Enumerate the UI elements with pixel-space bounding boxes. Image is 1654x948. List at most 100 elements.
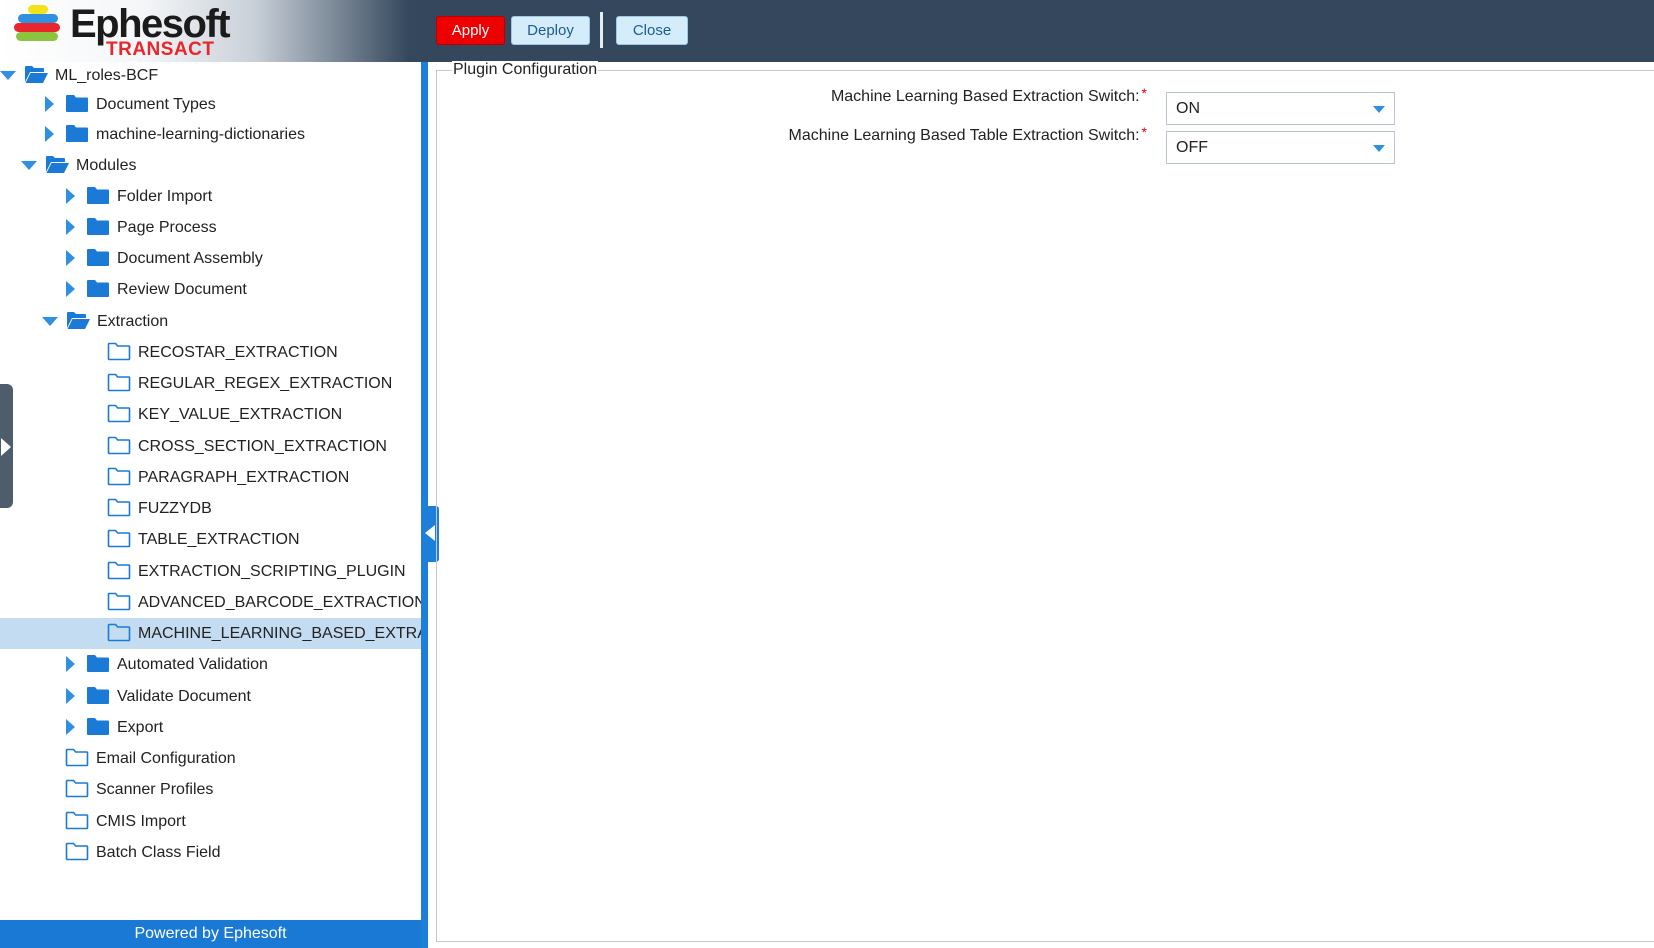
footer-powered-by: Powered by Ephesoft <box>0 920 421 948</box>
toolbar-divider <box>600 12 603 48</box>
dropdown-caret-icon <box>1373 106 1385 113</box>
tree-item[interactable]: ADVANCED_BARCODE_EXTRACTION <box>0 587 421 618</box>
tree-item[interactable]: FUZZYDB <box>0 493 421 524</box>
logo-area: Ephesoft TRANSACT <box>0 0 410 62</box>
tree-item-label: ML_roles-BCF <box>55 67 159 84</box>
folder-outline-icon <box>65 779 89 798</box>
expand-down-arrow-icon[interactable] <box>42 317 58 326</box>
tree-item-label: Batch Class Field <box>96 844 221 861</box>
tree-item[interactable]: RECOSTAR_EXTRACTION <box>0 337 421 368</box>
tree-item[interactable]: REGULAR_REGEX_EXTRACTION <box>0 368 421 399</box>
panel-splitter[interactable] <box>421 62 428 948</box>
top-header: Ephesoft TRANSACT Apply Deploy Close <box>0 0 1654 62</box>
tree-item[interactable]: MACHINE_LEARNING_BASED_EXTRAC <box>0 618 421 649</box>
folder-open-icon <box>45 155 69 174</box>
expand-right-arrow-icon[interactable] <box>45 96 54 112</box>
tree-item-label: PARAGRAPH_EXTRACTION <box>138 469 350 486</box>
tree-item-label: Modules <box>76 157 137 174</box>
tree-item-label: Automated Validation <box>117 656 268 673</box>
tree-item-label: FUZZYDB <box>138 500 212 517</box>
tree-item[interactable]: machine-learning-dictionaries <box>0 119 421 150</box>
expand-down-arrow-icon[interactable] <box>21 161 37 170</box>
tree-item-label: Scanner Profiles <box>96 781 214 798</box>
folder-outline-icon <box>107 561 131 580</box>
tree-item[interactable]: Extraction <box>0 306 421 337</box>
folder-open-icon <box>24 65 48 84</box>
expand-right-arrow-icon[interactable] <box>66 656 75 672</box>
folder-icon <box>86 279 110 298</box>
tree-item[interactable]: Document Assembly <box>0 243 421 274</box>
tree-item[interactable]: Modules <box>0 150 421 181</box>
tree-item-label: ADVANCED_BARCODE_EXTRACTION <box>138 594 421 611</box>
tree-item[interactable]: ML_roles-BCF <box>0 62 421 91</box>
tree-item[interactable]: Automated Validation <box>0 649 421 680</box>
tree-item[interactable]: EXTRACTION_SCRIPTING_PLUGIN <box>0 556 421 587</box>
folder-outline-icon <box>65 811 89 830</box>
select-value: OFF <box>1176 139 1208 156</box>
apply-button[interactable]: Apply <box>436 16 505 45</box>
folder-icon <box>86 717 110 736</box>
tree-item[interactable]: Batch Class Field <box>0 837 421 868</box>
tree-item[interactable]: Export <box>0 712 421 743</box>
folder-outline-icon <box>107 498 131 517</box>
tree-item[interactable]: KEY_VALUE_EXTRACTION <box>0 399 421 430</box>
tree-item[interactable]: Scanner Profiles <box>0 774 421 805</box>
expand-right-arrow-icon[interactable] <box>66 281 75 297</box>
chevron-right-icon <box>1 438 11 456</box>
folder-icon <box>86 654 110 673</box>
tree-item[interactable]: CMIS Import <box>0 806 421 837</box>
folder-icon <box>86 686 110 705</box>
dropdown-caret-icon <box>1373 145 1385 152</box>
folder-outline-icon <box>107 373 131 392</box>
tree-item-label: RECOSTAR_EXTRACTION <box>138 344 338 361</box>
tree-item-label: REGULAR_REGEX_EXTRACTION <box>138 375 393 392</box>
side-panel-toggle[interactable] <box>0 384 13 508</box>
folder-outline-icon <box>65 842 89 861</box>
folder-outline-icon <box>107 592 131 611</box>
folder-icon <box>86 248 110 267</box>
folder-outline-icon <box>107 467 131 486</box>
tree-item-label: KEY_VALUE_EXTRACTION <box>138 406 343 423</box>
expand-down-arrow-icon[interactable] <box>0 71 16 80</box>
expand-right-arrow-icon[interactable] <box>66 688 75 704</box>
select-value: ON <box>1176 100 1200 117</box>
tree-item[interactable]: Page Process <box>0 212 421 243</box>
logo-subtitle: TRANSACT <box>106 39 215 60</box>
tree-item[interactable]: Validate Document <box>0 681 421 712</box>
close-button[interactable]: Close <box>616 16 688 45</box>
folder-icon <box>65 94 89 113</box>
tree-item[interactable]: Document Types <box>0 89 421 120</box>
expand-right-arrow-icon[interactable] <box>45 126 54 142</box>
tree-item[interactable]: CROSS_SECTION_EXTRACTION <box>0 431 421 462</box>
tree-item-label: Document Types <box>96 96 216 113</box>
tree-item-label: Review Document <box>117 281 247 298</box>
folder-outline-icon <box>107 404 131 423</box>
expand-right-arrow-icon[interactable] <box>66 719 75 735</box>
tree-item[interactable]: Review Document <box>0 274 421 305</box>
expand-right-arrow-icon[interactable] <box>66 250 75 266</box>
tree-panel: ML_roles-BCF Document Types machine-learni… <box>0 62 421 948</box>
folder-icon <box>65 124 89 143</box>
folder-icon <box>86 217 110 236</box>
deploy-button[interactable]: Deploy <box>511 16 590 45</box>
required-marker: * <box>1141 124 1147 140</box>
tree-item-label: CMIS Import <box>96 813 186 830</box>
tree-item[interactable]: PARAGRAPH_EXTRACTION <box>0 462 421 493</box>
tree-item[interactable]: TABLE_EXTRACTION <box>0 524 421 555</box>
tree-item[interactable]: Folder Import <box>0 181 421 212</box>
tree-item-label: Page Process <box>117 219 217 236</box>
ml-extraction-switch-select[interactable]: ON <box>1166 92 1395 125</box>
folder-icon <box>86 186 110 205</box>
folder-outline-icon <box>107 623 131 642</box>
tree-item-label: Validate Document <box>117 688 251 705</box>
tree-item-label: Extraction <box>97 313 169 330</box>
folder-outline-icon <box>107 436 131 455</box>
tree-item-label: MACHINE_LEARNING_BASED_EXTRAC <box>138 625 421 642</box>
ml-table-extraction-switch-select[interactable]: OFF <box>1166 131 1395 164</box>
tree-item[interactable]: Email Configuration <box>0 743 421 774</box>
expand-right-arrow-icon[interactable] <box>66 219 75 235</box>
tree-item-label: EXTRACTION_SCRIPTING_PLUGIN <box>138 563 406 580</box>
folder-open-icon <box>66 311 90 330</box>
plugin-configuration-fieldset <box>436 70 1654 942</box>
expand-right-arrow-icon[interactable] <box>66 188 75 204</box>
